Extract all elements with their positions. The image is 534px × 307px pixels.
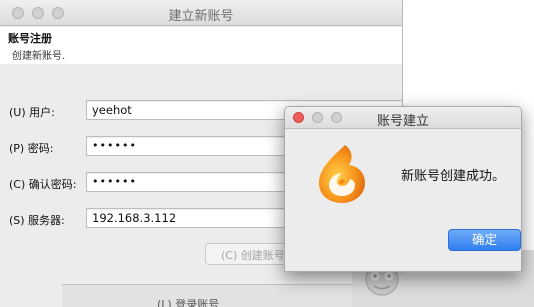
password-label: (P) 密码:: [9, 142, 54, 155]
dialog-message: 新账号创建成功。: [401, 169, 506, 184]
confirm-ok-button[interactable]: 确定: [448, 229, 521, 251]
server-label: (S) 服务器:: [9, 214, 65, 227]
dialog-title: 账号建立: [376, 114, 429, 129]
header-title: 账号注册: [8, 32, 52, 45]
confirm-password-label: (C) 确认密码:: [9, 178, 77, 191]
window-titlebar: 建立新账号: [0, 0, 402, 26]
app-flame-logo-icon: [319, 145, 365, 203]
login-account-item[interactable]: (L) 登录账号: [157, 296, 219, 307]
username-label: (U) 用户:: [9, 106, 55, 119]
window-title: 建立新账号: [168, 9, 234, 24]
header-panel: 账号注册 创建新账号.: [0, 27, 402, 64]
header-subtitle: 创建新账号.: [12, 51, 66, 62]
account-created-dialog: 账号建立 新账号创建成功。 确定: [284, 106, 522, 272]
dialog-titlebar: 账号建立: [285, 107, 521, 129]
